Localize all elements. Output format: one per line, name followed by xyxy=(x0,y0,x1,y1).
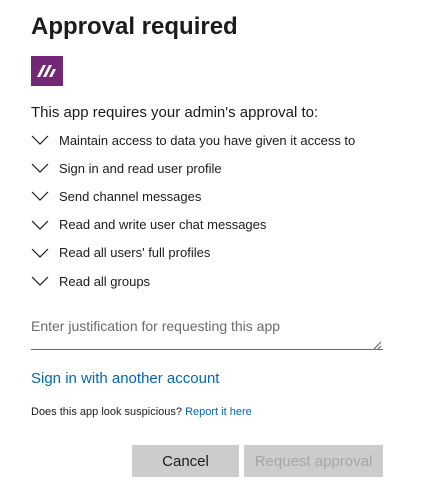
power-automate-logo-icon xyxy=(31,56,63,86)
permission-item[interactable]: Maintain access to data you have given i… xyxy=(31,126,391,154)
chevron-down-icon xyxy=(31,135,49,145)
permission-item[interactable]: Sign in and read user profile xyxy=(31,154,391,182)
justification-input[interactable] xyxy=(31,310,383,350)
permissions-intro: This app requires your admin's approval … xyxy=(31,104,319,121)
permission-item[interactable]: Read and write user chat messages xyxy=(31,211,391,239)
chevron-down-icon xyxy=(31,220,49,230)
request-approval-button[interactable]: Request approval xyxy=(244,445,383,477)
permission-item[interactable]: Read all groups xyxy=(31,267,391,295)
chevron-down-icon xyxy=(31,191,49,202)
cancel-button[interactable]: Cancel xyxy=(132,445,239,477)
approval-dialog: Approval required This app requires your… xyxy=(31,0,391,504)
permission-label: Sign in and read user profile xyxy=(59,160,222,176)
permission-item[interactable]: Send channel messages xyxy=(31,182,391,210)
permission-item[interactable]: Read all users' full profiles xyxy=(31,239,391,267)
chevron-down-icon xyxy=(31,248,49,258)
permission-list: Maintain access to data you have given i… xyxy=(31,126,391,295)
permission-label: Read and write user chat messages xyxy=(59,217,267,233)
report-link[interactable]: Report it here xyxy=(185,406,252,418)
chevron-down-icon xyxy=(31,163,49,174)
page-title: Approval required xyxy=(31,13,238,40)
permission-label: Maintain access to data you have given i… xyxy=(59,132,356,148)
chevron-down-icon xyxy=(31,276,49,286)
permission-label: Read all users' full profiles xyxy=(59,245,211,261)
sign-in-another-account-link[interactable]: Sign in with another account xyxy=(31,370,219,387)
suspicious-text: Does this app look suspicious? xyxy=(31,406,186,418)
permission-label: Send channel messages xyxy=(59,188,202,204)
resize-grip-icon[interactable] xyxy=(372,340,382,350)
permission-label: Read all groups xyxy=(59,273,151,289)
suspicious-notice: Does this app look suspicious? Report it… xyxy=(31,406,252,418)
